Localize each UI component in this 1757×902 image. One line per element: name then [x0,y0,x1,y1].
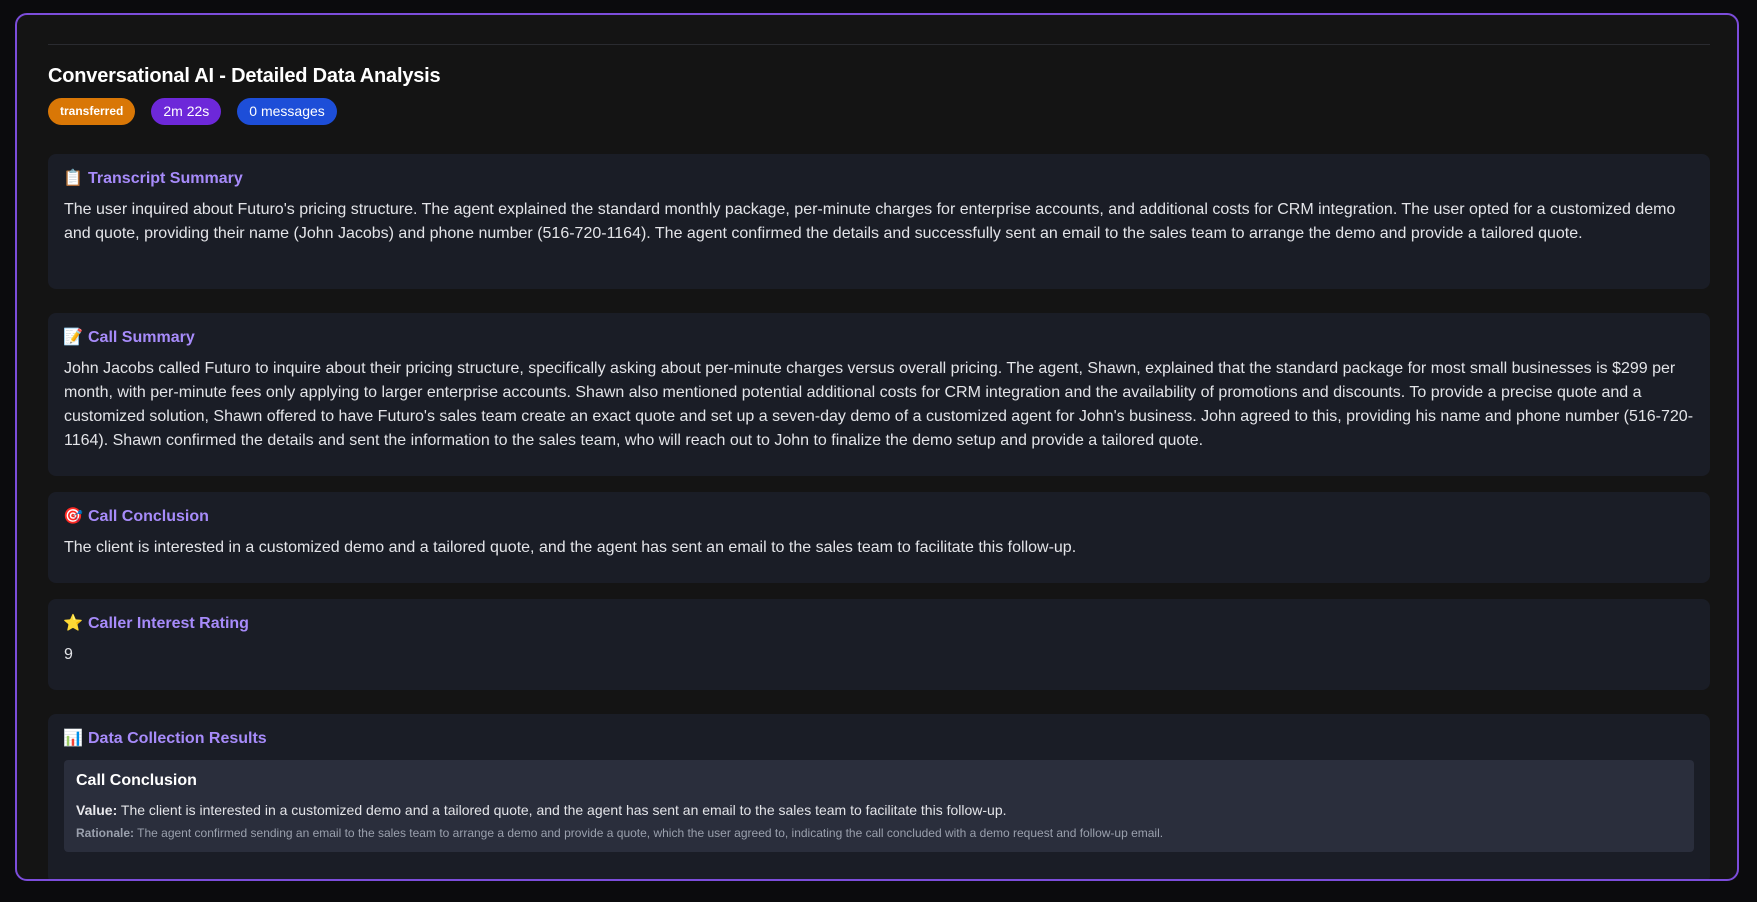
messages-badge: 0 messages [237,98,337,125]
caller-interest-value: 9 [64,646,73,663]
value-text: The client is interested in a customized… [120,802,1007,818]
data-collection-title: Data Collection Results [88,730,267,747]
analysis-modal: Conversational AI - Detailed Data Analys… [15,13,1739,881]
call-summary-card: 📝 Call Summary John Jacobs called Futuro… [48,313,1710,476]
call-conclusion-card: 🎯 Call Conclusion The client is interest… [48,492,1710,583]
memo-icon: 📝 [63,329,83,346]
duration-badge: 2m 22s [151,98,222,125]
modal-header: Conversational AI - Detailed Data Analys… [48,65,1710,125]
call-conclusion-text: The client is interested in a customized… [64,539,1077,556]
page-title: Conversational AI - Detailed Data Analys… [48,65,441,87]
call-conclusion-heading: 🎯 Call Conclusion [63,508,1694,526]
call-summary-heading: 📝 Call Summary [63,329,1694,347]
data-item-title: Call Conclusion [76,772,197,789]
rationale-label: Rationale: [76,826,135,840]
transcript-summary-card: 📋 Transcript Summary The user inquired a… [48,154,1710,289]
badge-row: transferred 2m 22s 0 messages [48,98,1710,125]
target-icon: 🎯 [63,508,83,525]
rationale-text: The agent confirmed sending an email to … [137,826,1164,840]
caller-interest-title: Caller Interest Rating [88,615,249,632]
data-item-rationale: Rationale: The agent confirmed sending a… [76,826,1682,840]
transcript-summary-heading: 📋 Transcript Summary [63,170,1694,188]
transcript-summary-title: Transcript Summary [88,170,243,187]
data-collection-item: Call Conclusion Value: The client is int… [64,760,1694,852]
transcript-summary-text: The user inquired about Futuro's pricing… [64,201,1676,242]
data-collection-card: 📊 Data Collection Results Call Conclusio… [48,714,1710,879]
data-item-value: Value: The client is interested in a cus… [76,800,1682,820]
call-summary-text: John Jacobs called Futuro to inquire abo… [64,360,1694,449]
call-summary-title: Call Summary [88,329,195,346]
header-divider [48,44,1710,45]
analysis-content: 📋 Transcript Summary The user inquired a… [48,154,1710,879]
clipboard-icon: 📋 [63,170,83,187]
data-collection-heading: 📊 Data Collection Results [63,730,1694,748]
caller-interest-card: ⭐ Caller Interest Rating 9 [48,599,1710,690]
value-label: Value: [76,802,118,818]
star-icon: ⭐ [63,615,83,632]
call-conclusion-title: Call Conclusion [88,508,209,525]
bar-chart-icon: 📊 [63,730,83,747]
status-badge: transferred [48,98,136,125]
caller-interest-heading: ⭐ Caller Interest Rating [63,615,1694,633]
